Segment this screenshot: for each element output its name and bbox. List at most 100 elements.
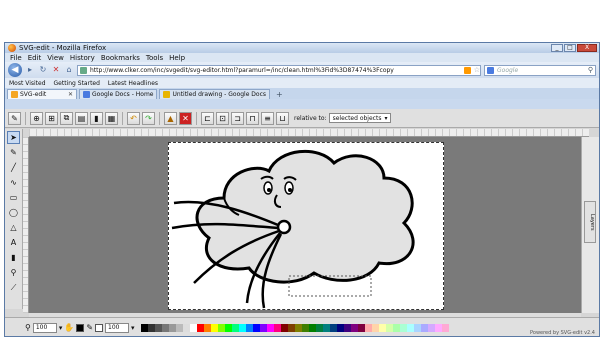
- palette-swatch[interactable]: [217, 323, 225, 332]
- palette-swatch[interactable]: [294, 323, 302, 332]
- line-tool-icon[interactable]: ╱: [7, 161, 20, 174]
- palette-swatch[interactable]: [350, 323, 358, 332]
- palette-swatch[interactable]: [280, 323, 288, 332]
- palette-swatch[interactable]: [308, 323, 316, 332]
- cloud-drawing[interactable]: [169, 143, 443, 309]
- back-button[interactable]: ◀: [8, 63, 22, 77]
- palette-swatch[interactable]: [329, 323, 337, 332]
- minimize-button[interactable]: _: [551, 44, 563, 52]
- reload-button[interactable]: ↻: [38, 65, 48, 75]
- palette-swatch[interactable]: [273, 323, 281, 332]
- palette-swatch[interactable]: [441, 323, 449, 332]
- path-tool-icon[interactable]: △: [7, 221, 20, 234]
- workarea[interactable]: [29, 137, 581, 313]
- grid-icon[interactable]: ▦: [105, 111, 118, 125]
- rss-icon[interactable]: [463, 66, 471, 74]
- palette-swatch[interactable]: [189, 323, 197, 332]
- tab-untitled-drawing[interactable]: Untitled drawing - Google Docs: [159, 89, 271, 99]
- palette-swatch[interactable]: [203, 323, 211, 332]
- new-tab-button[interactable]: +: [272, 90, 287, 99]
- menu-icon[interactable]: ✎: [8, 111, 21, 125]
- select-tool-icon[interactable]: ➤: [7, 131, 20, 144]
- close-window-button[interactable]: X: [577, 44, 597, 52]
- text-tool-icon[interactable]: A: [7, 236, 20, 249]
- palette-swatch[interactable]: [336, 323, 344, 332]
- palette-swatch[interactable]: [392, 323, 400, 332]
- palette-swatch[interactable]: [224, 323, 232, 332]
- align-top-icon[interactable]: ⊓: [246, 111, 259, 125]
- palette-swatch[interactable]: [147, 323, 155, 332]
- freehand-tool-icon[interactable]: ∿: [7, 176, 20, 189]
- menu-tools[interactable]: Tools: [146, 54, 163, 62]
- menu-file[interactable]: File: [10, 54, 22, 62]
- palette-swatch[interactable]: [385, 323, 393, 332]
- search-input[interactable]: Google: [497, 67, 585, 74]
- ellipse-tool-icon[interactable]: ◯: [7, 206, 20, 219]
- new-image-icon[interactable]: ▮: [90, 111, 103, 125]
- layers-toggle[interactable]: Layers: [584, 201, 596, 243]
- group-icon[interactable]: ▲: [164, 111, 177, 125]
- palette-swatch[interactable]: [168, 323, 176, 332]
- delete-icon[interactable]: ✕: [179, 111, 192, 125]
- palette-swatch[interactable]: [371, 323, 379, 332]
- palette-swatch[interactable]: [406, 323, 414, 332]
- maximize-button[interactable]: □: [564, 44, 576, 52]
- align-center-icon[interactable]: ⊡: [216, 111, 229, 125]
- palette-swatch[interactable]: [175, 323, 183, 332]
- palette-swatch[interactable]: [399, 323, 407, 332]
- menu-help[interactable]: Help: [169, 54, 185, 62]
- palette-swatch[interactable]: [252, 323, 260, 332]
- bookmark-latest-headlines[interactable]: Latest Headlines: [108, 80, 158, 87]
- clone-icon[interactable]: ⧉: [60, 111, 73, 125]
- search-icon[interactable]: ⚲: [588, 66, 593, 74]
- palette-swatch[interactable]: [301, 323, 309, 332]
- palette-swatch[interactable]: [161, 323, 169, 332]
- stop-button[interactable]: ✕: [51, 65, 61, 75]
- tab-google-docs-home[interactable]: Google Docs - Home: [79, 89, 158, 99]
- menu-edit[interactable]: Edit: [28, 54, 42, 62]
- bookmark-star-icon[interactable]: ☆: [474, 66, 480, 74]
- zoom-tool-icon[interactable]: ⚲: [7, 266, 20, 279]
- forward-button[interactable]: ▸: [25, 65, 35, 75]
- palette-swatch[interactable]: [182, 323, 190, 332]
- bookmark-getting-started[interactable]: Getting Started: [54, 80, 100, 87]
- image-tool-icon[interactable]: ▮: [7, 251, 20, 264]
- palette-swatch[interactable]: [378, 323, 386, 332]
- stroke-color-swatch[interactable]: [95, 323, 104, 332]
- palette-swatch[interactable]: [210, 323, 218, 332]
- drawing-canvas[interactable]: [168, 142, 444, 310]
- align-left-icon[interactable]: ⊏: [201, 111, 214, 125]
- palette-swatch[interactable]: [245, 323, 253, 332]
- palette-swatch[interactable]: [287, 323, 295, 332]
- palette-swatch[interactable]: [315, 323, 323, 332]
- palette-swatch[interactable]: [413, 323, 421, 332]
- close-tab-icon[interactable]: ✕: [68, 91, 73, 98]
- palette-swatch[interactable]: [196, 323, 204, 332]
- palette-swatch[interactable]: [434, 323, 442, 332]
- palette-swatch[interactable]: [420, 323, 428, 332]
- zoom-input[interactable]: 100: [32, 322, 57, 333]
- wireframe-icon[interactable]: ⊞: [45, 111, 58, 125]
- align-bottom-icon[interactable]: ⊔: [276, 111, 289, 125]
- align-middle-icon[interactable]: ≡: [261, 111, 274, 125]
- search-box[interactable]: Google ⚲: [484, 64, 596, 76]
- stroke-width-input[interactable]: 100: [105, 322, 130, 333]
- palette-swatch[interactable]: [259, 323, 267, 332]
- tab-svg-edit[interactable]: SVG-edit ✕: [7, 89, 77, 99]
- palette-swatch[interactable]: [231, 323, 239, 332]
- url-bar[interactable]: http://www.clker.com/inc/svgedit/svg-edi…: [77, 64, 481, 76]
- undo-icon[interactable]: ↶: [127, 111, 140, 125]
- save-icon[interactable]: ▤: [75, 111, 88, 125]
- palette-swatch[interactable]: [238, 323, 246, 332]
- palette-swatch[interactable]: [322, 323, 330, 332]
- show-source-icon[interactable]: ⊕: [30, 111, 43, 125]
- pencil-tool-icon[interactable]: ✎: [7, 146, 20, 159]
- palette-swatch[interactable]: [364, 323, 372, 332]
- palette-swatch[interactable]: [140, 323, 148, 332]
- palette-swatch[interactable]: [266, 323, 274, 332]
- menu-history[interactable]: History: [70, 54, 95, 62]
- relative-to-select[interactable]: selected objects ▾: [328, 113, 392, 123]
- bookmark-most-visited[interactable]: Most Visited: [9, 80, 46, 87]
- home-button[interactable]: ⌂: [64, 65, 74, 75]
- redo-icon[interactable]: ↷: [142, 111, 155, 125]
